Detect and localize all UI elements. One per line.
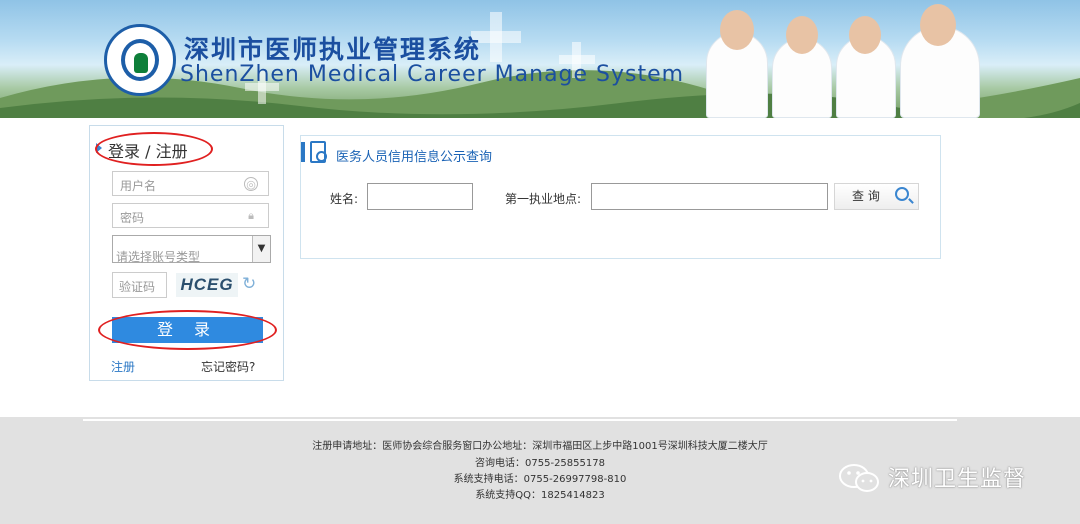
doctors-illustration <box>700 0 1000 118</box>
user-icon: ◎ <box>244 177 258 191</box>
watermark-text: 深圳卫生监督 <box>888 467 1027 492</box>
header-banner: 深圳市医师执业管理系统 ShenZhen Medical Career Mana… <box>0 0 1080 118</box>
captcha-placeholder: 验证码 <box>119 280 156 294</box>
section-accent-bar <box>301 142 305 162</box>
password-placeholder: 密码 <box>120 211 145 225</box>
search-icon <box>895 187 909 201</box>
footer-divider <box>83 419 957 421</box>
wechat-icon <box>839 464 879 492</box>
logo-emblem-center <box>134 53 148 73</box>
refresh-icon[interactable]: ↻ <box>242 275 256 293</box>
username-input[interactable]: 用户名 ◎ <box>112 171 269 196</box>
highlight-annotation <box>98 310 277 350</box>
account-type-value: 请选择账号类型 <box>116 250 201 264</box>
footer-address: 注册申请地址：医师协会综合服务窗口办公地址：深圳市福田区上步中路1001号深圳科… <box>312 441 768 452</box>
site-title-chinese: 深圳市医师执业管理系统 <box>184 35 482 64</box>
location-label: 第一执业地点: <box>505 192 582 206</box>
account-type-select[interactable]: 请选择账号类型 ▼ <box>112 235 271 264</box>
footer: 注册申请地址：医师协会综合服务窗口办公地址：深圳市福田区上步中路1001号深圳科… <box>0 417 1080 524</box>
highlight-annotation <box>95 132 213 166</box>
captcha-input[interactable]: 验证码 <box>112 272 167 298</box>
name-input[interactable] <box>367 183 473 210</box>
lock-icon: 🔒︎ <box>248 209 254 222</box>
document-search-icon <box>310 141 327 163</box>
name-label: 姓名: <box>330 192 359 206</box>
search-button-label: 查 询 <box>852 189 880 203</box>
username-placeholder: 用户名 <box>120 179 157 193</box>
forgot-password-link[interactable]: 忘记密码? <box>201 358 255 375</box>
password-input[interactable]: 密码 🔒︎ <box>112 203 269 228</box>
location-input[interactable] <box>591 183 828 210</box>
register-link[interactable]: 注册 <box>111 358 135 375</box>
site-logo <box>104 24 176 96</box>
captcha-image[interactable]: HCEG <box>176 273 238 297</box>
login-panel: 登录 / 注册 用户名 ◎ 密码 🔒︎ 请选择账号类型 ▼ 验证码 HCEG ↻… <box>89 125 284 381</box>
chevron-down-icon[interactable]: ▼ <box>252 236 270 262</box>
site-title-english: ShenZhen Medical Career Manage System <box>180 62 685 87</box>
query-panel-title: 医务人员信用信息公示查询 <box>336 150 493 165</box>
credit-query-panel: 医务人员信用信息公示查询 姓名: 第一执业地点: 查 询 <box>300 135 941 259</box>
search-button[interactable]: 查 询 <box>834 183 919 210</box>
